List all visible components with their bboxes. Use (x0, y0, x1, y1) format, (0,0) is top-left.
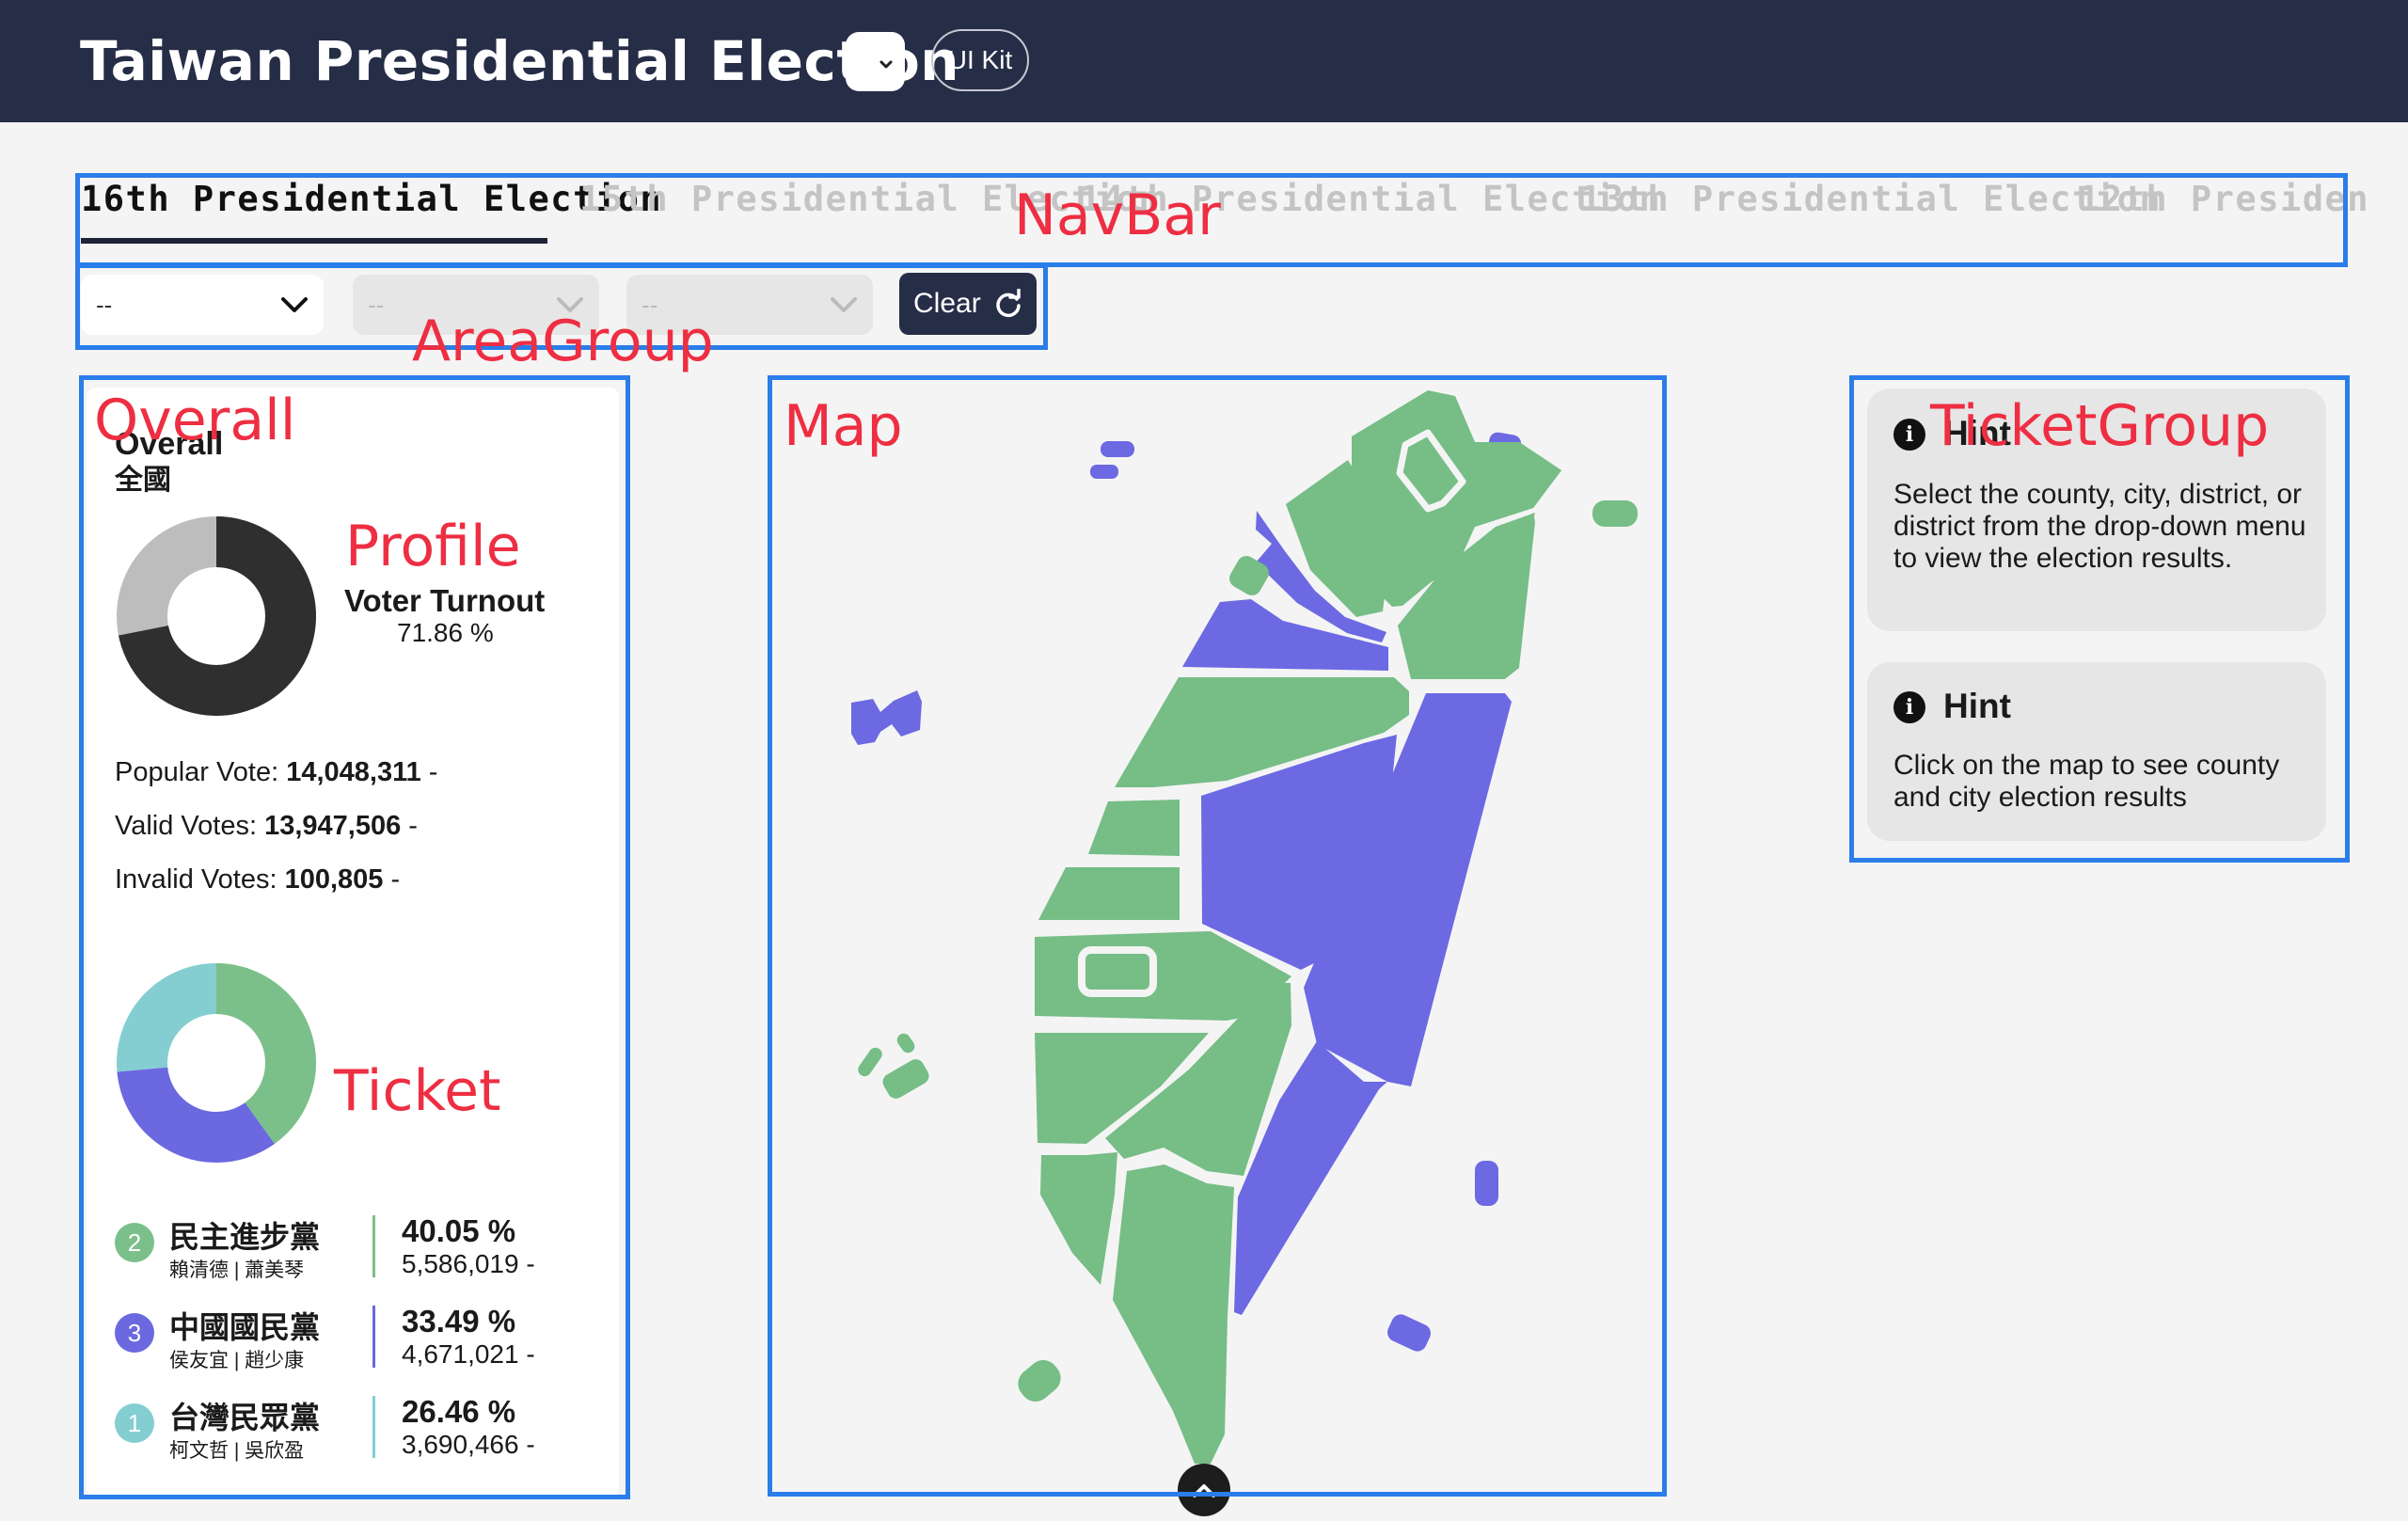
chevron-down-icon (879, 60, 893, 69)
title-dropdown-button[interactable] (846, 32, 905, 91)
ticketgroup-annotation-label: TicketGroup (1930, 393, 2270, 459)
map-annotation-box (768, 375, 1667, 1497)
profile-annotation-label: Profile (345, 514, 521, 579)
ticket-annotation-label: Ticket (334, 1058, 501, 1124)
top-bar: Taiwan Presidential Election UI Kit (0, 0, 2408, 122)
navbar-annotation-label: NavBar (1014, 182, 1221, 248)
app-title: Taiwan Presidential Election (80, 29, 960, 93)
map-annotation-label: Map (784, 393, 903, 459)
ui-kit-button[interactable]: UI Kit (931, 29, 1029, 91)
overall-annotation-label: Overall (94, 388, 296, 453)
areagroup-annotation-label: AreaGroup (412, 309, 714, 374)
